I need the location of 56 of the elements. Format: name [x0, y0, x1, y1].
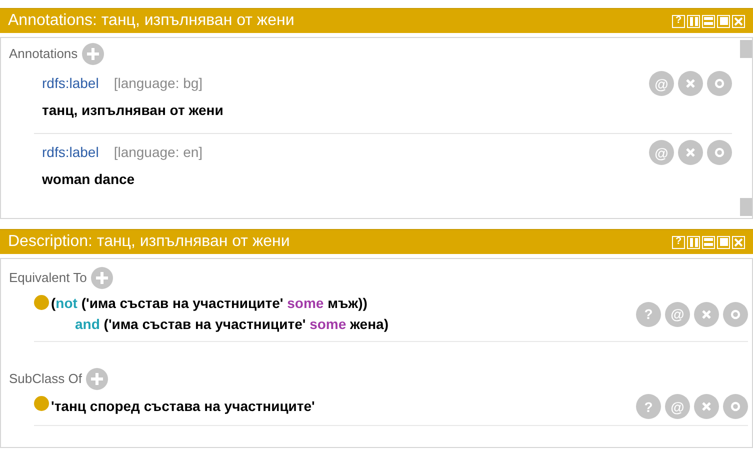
- axiom-row[interactable]: (not ('има състав на участниците' some мъж)) and ('има състав на участниците' some жена) ? @: [34, 293, 748, 342]
- help-button[interactable]: ?: [636, 394, 661, 419]
- add-icon[interactable]: [90, 267, 113, 289]
- annotate-button[interactable]: @: [649, 71, 674, 96]
- class-expression: (not ('има състав на участниците' some мъж)): [51, 294, 368, 313]
- cross-icon: [685, 147, 696, 158]
- maximize-button[interactable]: [717, 236, 730, 248]
- edit-button[interactable]: [723, 302, 748, 326]
- class-icon: [34, 396, 49, 411]
- split-horizontal-button[interactable]: [702, 14, 715, 28]
- annotate-button[interactable]: @: [665, 394, 690, 419]
- axiom-row[interactable]: 'танц според състава на участниците' ? @: [34, 394, 748, 426]
- section-label: SubClass Of: [9, 370, 82, 388]
- ring-icon: [730, 401, 741, 412]
- annotate-button[interactable]: @: [665, 302, 690, 326]
- split-vertical-button[interactable]: [687, 14, 700, 28]
- annotation-row[interactable]: rdfs:label [language: bg] @ танц, изпълняван от жени: [34, 65, 732, 134]
- cross-icon: [701, 308, 712, 320]
- property-link[interactable]: rdfs:label: [42, 73, 99, 94]
- split-horizontal-button[interactable]: [702, 236, 715, 248]
- annotation-value: танц, изпълняван от жени: [42, 101, 224, 120]
- section-label: Equivalent To: [9, 269, 87, 288]
- language-tag: [language: en]: [114, 142, 203, 163]
- delete-button[interactable]: [694, 394, 719, 419]
- delete-button[interactable]: [694, 302, 719, 326]
- ring-icon: [714, 147, 725, 158]
- maximize-button[interactable]: [717, 14, 730, 28]
- help-button[interactable]: ?: [672, 236, 685, 248]
- help-button[interactable]: ?: [636, 302, 661, 326]
- delete-button[interactable]: [678, 140, 703, 165]
- class-expression: and ('има състав на участниците' some жена): [75, 315, 390, 334]
- edit-button[interactable]: [707, 71, 732, 96]
- ring-icon: [714, 78, 725, 89]
- close-button[interactable]: [732, 236, 745, 248]
- close-button[interactable]: [732, 14, 745, 28]
- annotation-value: woman dance: [42, 170, 136, 189]
- help-button[interactable]: ?: [672, 14, 685, 28]
- annotate-button[interactable]: @: [649, 140, 674, 165]
- property-link[interactable]: rdfs:label: [42, 142, 99, 163]
- split-vertical-button[interactable]: [687, 236, 700, 248]
- scrollbar[interactable]: [740, 38, 752, 218]
- panel-title: Description: танц, изпълняван от жени: [8, 232, 291, 252]
- class-expression: 'танц според състава на участниците': [51, 397, 316, 416]
- cross-icon: [701, 401, 712, 412]
- language-tag: [language: bg]: [114, 73, 203, 94]
- annotation-row[interactable]: rdfs:label [language: en] @ woman dance: [34, 134, 732, 202]
- edit-button[interactable]: [723, 394, 748, 419]
- panel-title: Annotations: танц, изпълняван от жени: [8, 11, 296, 31]
- add-icon[interactable]: [82, 43, 104, 65]
- add-icon[interactable]: [86, 368, 108, 390]
- edit-button[interactable]: [707, 140, 732, 165]
- ring-icon: [730, 308, 741, 320]
- delete-button[interactable]: [678, 71, 703, 96]
- section-label: Annotations: [9, 45, 78, 64]
- cross-icon: [685, 78, 696, 89]
- class-icon: [34, 295, 49, 310]
